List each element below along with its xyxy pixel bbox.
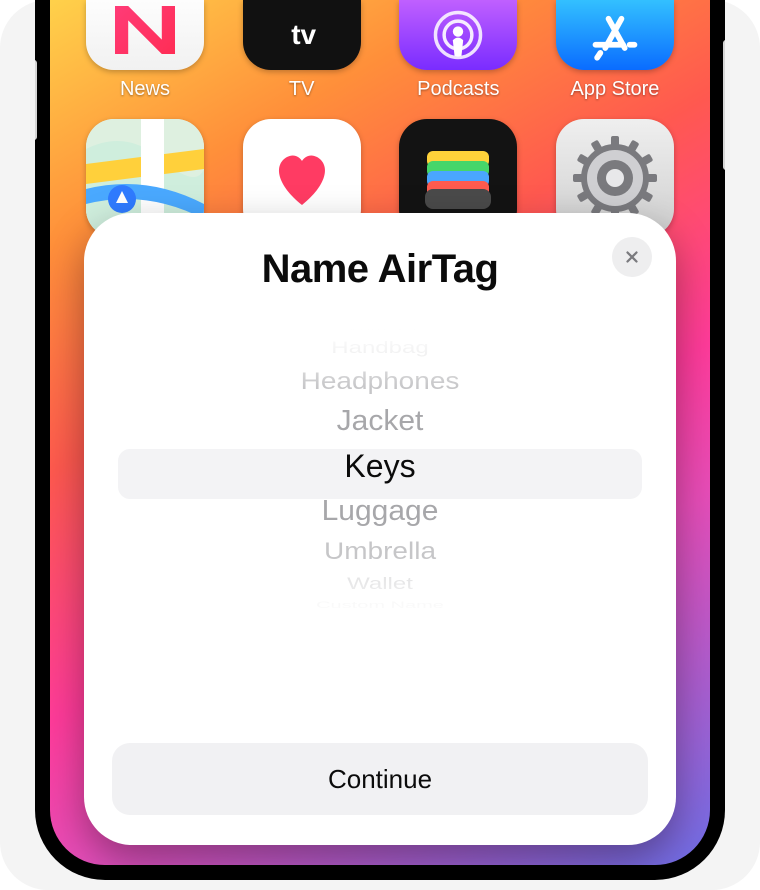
picker-option[interactable]: Umbrella xyxy=(112,534,648,568)
news-icon xyxy=(86,0,204,70)
continue-button-label: Continue xyxy=(328,764,432,795)
app-news[interactable]: News xyxy=(84,0,206,101)
picker-option[interactable]: Headphones xyxy=(112,364,648,398)
picker-option[interactable]: Custom Name xyxy=(112,601,648,609)
picker-option[interactable]: Luggage xyxy=(112,492,648,530)
picker-option[interactable]: Wallet xyxy=(112,575,648,593)
app-tv[interactable]: tv TV xyxy=(241,0,363,101)
app-label: News xyxy=(120,78,170,101)
name-picker[interactable]: Camera Handbag Headphones Jacket Keys Lu… xyxy=(112,328,648,628)
phone-side-button-left xyxy=(35,60,37,140)
picker-option-selected[interactable]: Keys xyxy=(112,441,648,491)
phone-frame: News tv TV xyxy=(35,0,725,880)
app-podcasts[interactable]: Podcasts xyxy=(397,0,519,101)
app-store-icon xyxy=(556,0,674,70)
tv-icon: tv xyxy=(243,0,361,70)
close-icon xyxy=(623,248,641,266)
phone-side-button-right xyxy=(723,40,725,170)
stage: News tv TV xyxy=(0,0,760,890)
app-label: TV xyxy=(289,78,315,101)
picker-option[interactable]: Camera xyxy=(112,328,648,331)
home-app-row-1: News tv TV xyxy=(84,0,676,101)
continue-button[interactable]: Continue xyxy=(112,743,648,815)
app-label: App Store xyxy=(570,78,659,101)
podcasts-icon xyxy=(399,0,517,70)
phone-screen: News tv TV xyxy=(50,0,710,865)
close-button[interactable] xyxy=(612,237,652,277)
name-airtag-sheet: Name AirTag Camera Handbag Headphones Ja… xyxy=(84,213,676,845)
picker-track: Camera Handbag Headphones Jacket Keys Lu… xyxy=(112,328,648,613)
app-app-store[interactable]: App Store xyxy=(554,0,676,101)
picker-option[interactable]: Jacket xyxy=(112,402,648,440)
picker-option[interactable]: Handbag xyxy=(112,339,648,357)
app-label: Podcasts xyxy=(417,78,499,101)
sheet-title: Name AirTag xyxy=(112,247,648,292)
